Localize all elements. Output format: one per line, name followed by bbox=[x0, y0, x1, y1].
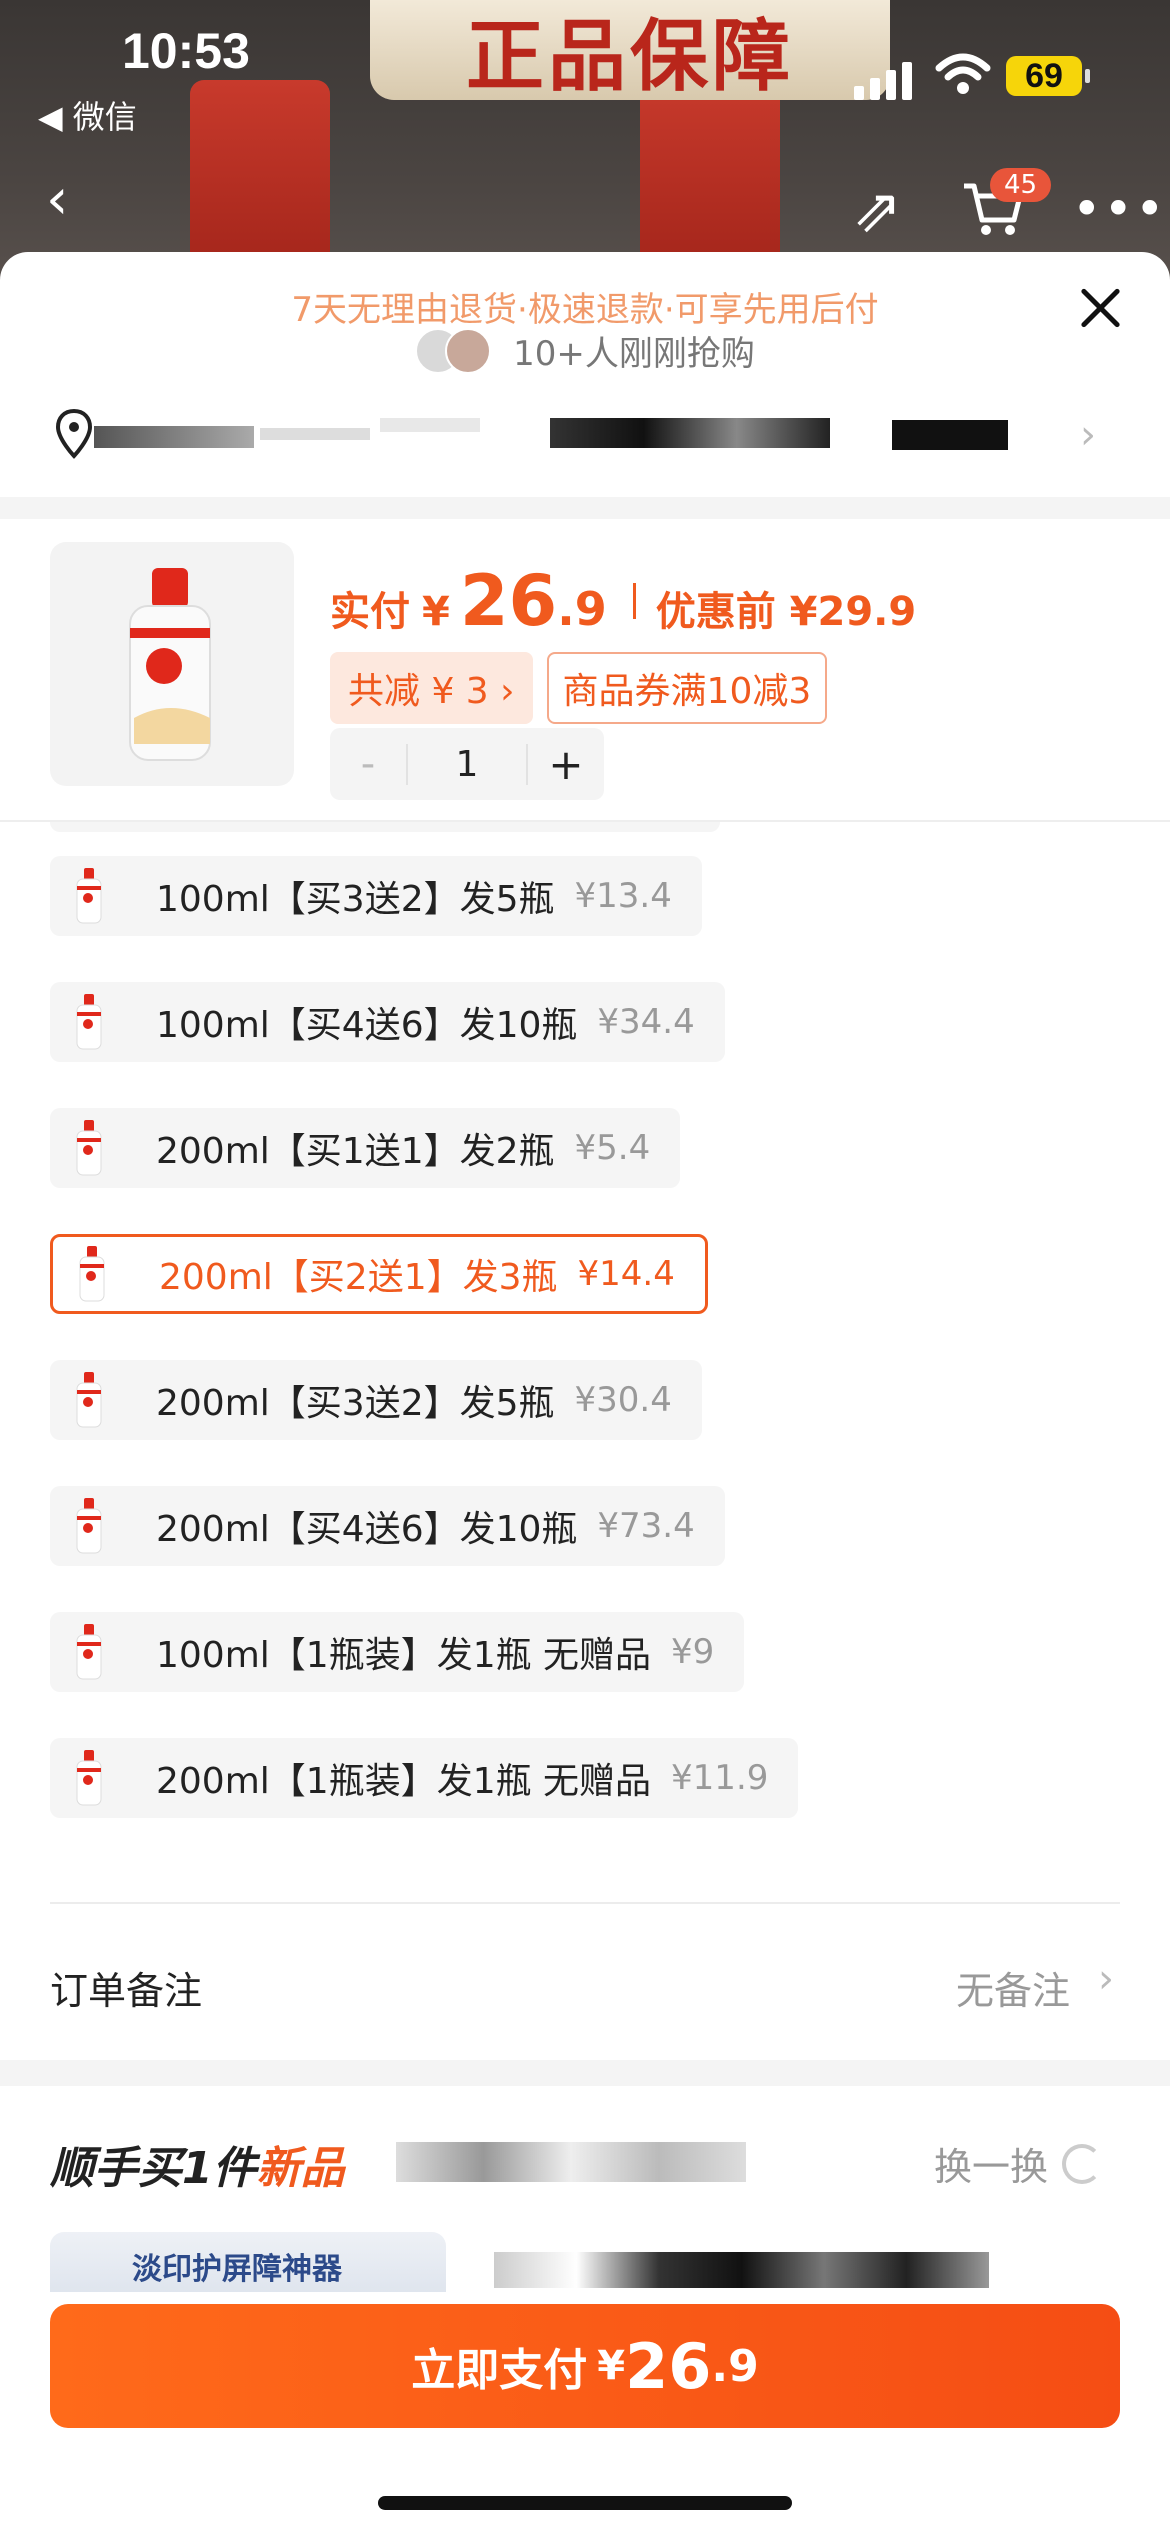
price-before-discount: 优惠前 ¥29.9 bbox=[655, 589, 917, 635]
redacted-address bbox=[260, 428, 370, 440]
divider bbox=[0, 2060, 1170, 2086]
sku-option-price: ¥30.4 bbox=[574, 1380, 672, 1420]
sku-option-thumbnail bbox=[50, 1108, 128, 1188]
quantity-increase-button[interactable]: + bbox=[528, 740, 604, 789]
sku-option-label: 200ml【1瓶装】发1瓶 无赠品 bbox=[156, 1761, 652, 1802]
sku-option-thumbnail bbox=[53, 1234, 131, 1314]
home-indicator bbox=[378, 2496, 792, 2510]
selected-product-card: 实付 ¥ 26 .9 优惠前 ¥29.9 共减 ¥ 3 › 商品券满10减3 -… bbox=[0, 520, 1170, 822]
discount-tags: 共减 ¥ 3 › 商品券满10减3 bbox=[330, 652, 828, 724]
sku-option-price: ¥5.4 bbox=[574, 1128, 651, 1168]
sku-option-price: ¥34.4 bbox=[597, 1002, 695, 1042]
recent-buyers: 10+人刚刚抢购 bbox=[0, 326, 1170, 375]
sku-option[interactable]: 200ml【买2送1】发3瓶 ¥14.4 bbox=[50, 1234, 708, 1314]
avatar bbox=[445, 327, 492, 374]
more-icon[interactable]: ••• bbox=[1072, 180, 1166, 238]
quantity-value[interactable]: 1 bbox=[406, 743, 528, 785]
sku-option-label: 200ml【买3送2】发5瓶 bbox=[156, 1383, 555, 1424]
checkout-sheet: 7天无理由退货·极速退款·可享先用后付 10+人刚刚抢购 › 实付 ¥ 26 .… bbox=[0, 252, 1170, 2532]
service-promise: 7天无理由退货·极速退款·可享先用后付 bbox=[291, 290, 879, 330]
chevron-right-icon: › bbox=[1080, 412, 1096, 458]
sku-option[interactable]: 200ml【1瓶装】发1瓶 无赠品 ¥11.9 bbox=[50, 1738, 799, 1818]
location-pin-icon bbox=[55, 408, 93, 459]
quantity-decrease-button[interactable]: - bbox=[330, 741, 406, 787]
sku-option-label: 100ml【1瓶装】发1瓶 无赠品 bbox=[156, 1635, 652, 1676]
sku-option-label: 200ml【买1送1】发2瓶 bbox=[156, 1131, 555, 1172]
refresh-icon bbox=[1062, 2143, 1103, 2184]
sku-option-thumbnail bbox=[50, 1360, 128, 1440]
divider bbox=[0, 497, 1170, 519]
coupon-tag: 商品券满10减3 bbox=[546, 652, 828, 724]
product-bottle-image bbox=[129, 568, 211, 761]
sku-option[interactable]: 100ml【1瓶装】发1瓶 无赠品 ¥9 bbox=[50, 1612, 745, 1692]
wifi-icon bbox=[935, 53, 991, 94]
address-row[interactable]: › bbox=[50, 402, 1130, 482]
close-icon[interactable] bbox=[1078, 284, 1124, 330]
status-time: 10:53 bbox=[122, 23, 250, 79]
price-separator bbox=[632, 583, 636, 619]
sku-option-thumbnail bbox=[50, 982, 128, 1062]
redacted-address bbox=[94, 426, 254, 448]
back-to-app-link[interactable]: ◀ 微信 bbox=[38, 92, 137, 138]
pay-now-button[interactable]: 立即支付 ¥ 26 .9 bbox=[50, 2304, 1120, 2428]
sku-option[interactable]: 200ml【买1送1】发2瓶 ¥5.4 bbox=[50, 1108, 681, 1188]
chevron-right-icon: › bbox=[1098, 1956, 1114, 2002]
redacted-addon-info bbox=[494, 2252, 989, 2288]
sku-option-thumbnail bbox=[50, 1612, 128, 1692]
order-note-row[interactable]: 订单备注 无备注 › bbox=[50, 1952, 1120, 2013]
order-note-label: 订单备注 bbox=[50, 1969, 203, 2013]
sku-option[interactable]: 100ml【买3送2】发5瓶 ¥13.4 bbox=[50, 856, 702, 936]
order-note-value: 无备注 bbox=[955, 1969, 1070, 2013]
total-discount-tag[interactable]: 共减 ¥ 3 › bbox=[330, 652, 533, 724]
sku-option-label: 100ml【买3送2】发5瓶 bbox=[156, 879, 555, 920]
divider bbox=[50, 1902, 1120, 1904]
quantity-stepper: - 1 + bbox=[330, 728, 604, 800]
sku-option-thumbnail bbox=[50, 1486, 128, 1566]
sku-option-thumbnail bbox=[50, 1738, 128, 1818]
redacted-address bbox=[550, 418, 830, 448]
price-integer: 26 bbox=[459, 560, 558, 642]
refresh-button[interactable]: 换一换 bbox=[934, 2136, 1103, 2191]
sku-option-price: ¥11.9 bbox=[671, 1758, 769, 1798]
sku-option-price: ¥14.4 bbox=[577, 1254, 675, 1294]
addon-title: 顺手买1件新品 bbox=[50, 2143, 345, 2194]
product-thumbnail bbox=[50, 542, 294, 786]
battery-indicator: 69 bbox=[1006, 56, 1090, 96]
sku-option[interactable]: 200ml【买4送6】发10瓶 ¥73.4 bbox=[50, 1486, 725, 1566]
recent-buyers-text: 10+人刚刚抢购 bbox=[513, 334, 755, 374]
price-decimal: .9 bbox=[557, 582, 607, 636]
buyer-avatars bbox=[415, 327, 495, 374]
redacted-address bbox=[380, 418, 480, 432]
price-label: 实付 bbox=[330, 589, 410, 635]
sku-option[interactable]: 200ml【买3送2】发5瓶 ¥30.4 bbox=[50, 1360, 702, 1440]
sku-option-price: ¥13.4 bbox=[574, 876, 672, 916]
redacted-address bbox=[892, 420, 1008, 450]
price-currency: ¥ bbox=[422, 589, 450, 635]
sku-option-price: ¥9 bbox=[671, 1632, 715, 1672]
sku-option-price: ¥73.4 bbox=[597, 1506, 695, 1546]
sku-option-label: 200ml【买4送6】发10瓶 bbox=[156, 1509, 578, 1550]
status-bar: 10:53 ◀ 微信 69 bbox=[0, 0, 1170, 136]
sku-option-label: 200ml【买2送1】发3瓶 bbox=[159, 1257, 558, 1298]
share-icon[interactable]: ⇗ bbox=[852, 176, 902, 246]
sku-option[interactable]: 100ml【买4送6】发10瓶 ¥34.4 bbox=[50, 982, 725, 1062]
sku-option-thumbnail bbox=[50, 856, 128, 936]
price-row: 实付 ¥ 26 .9 优惠前 ¥29.9 bbox=[330, 560, 916, 642]
redacted-addon-name bbox=[396, 2142, 746, 2182]
cart-count-badge: 45 bbox=[990, 168, 1052, 202]
back-arrow-icon[interactable]: ‹ bbox=[46, 172, 86, 228]
sku-option-label: 100ml【买4送6】发10瓶 bbox=[156, 1005, 578, 1046]
addon-product-card[interactable]: 淡印护屏障神器 bbox=[50, 2232, 446, 2292]
cellular-signal-icon bbox=[854, 60, 916, 100]
